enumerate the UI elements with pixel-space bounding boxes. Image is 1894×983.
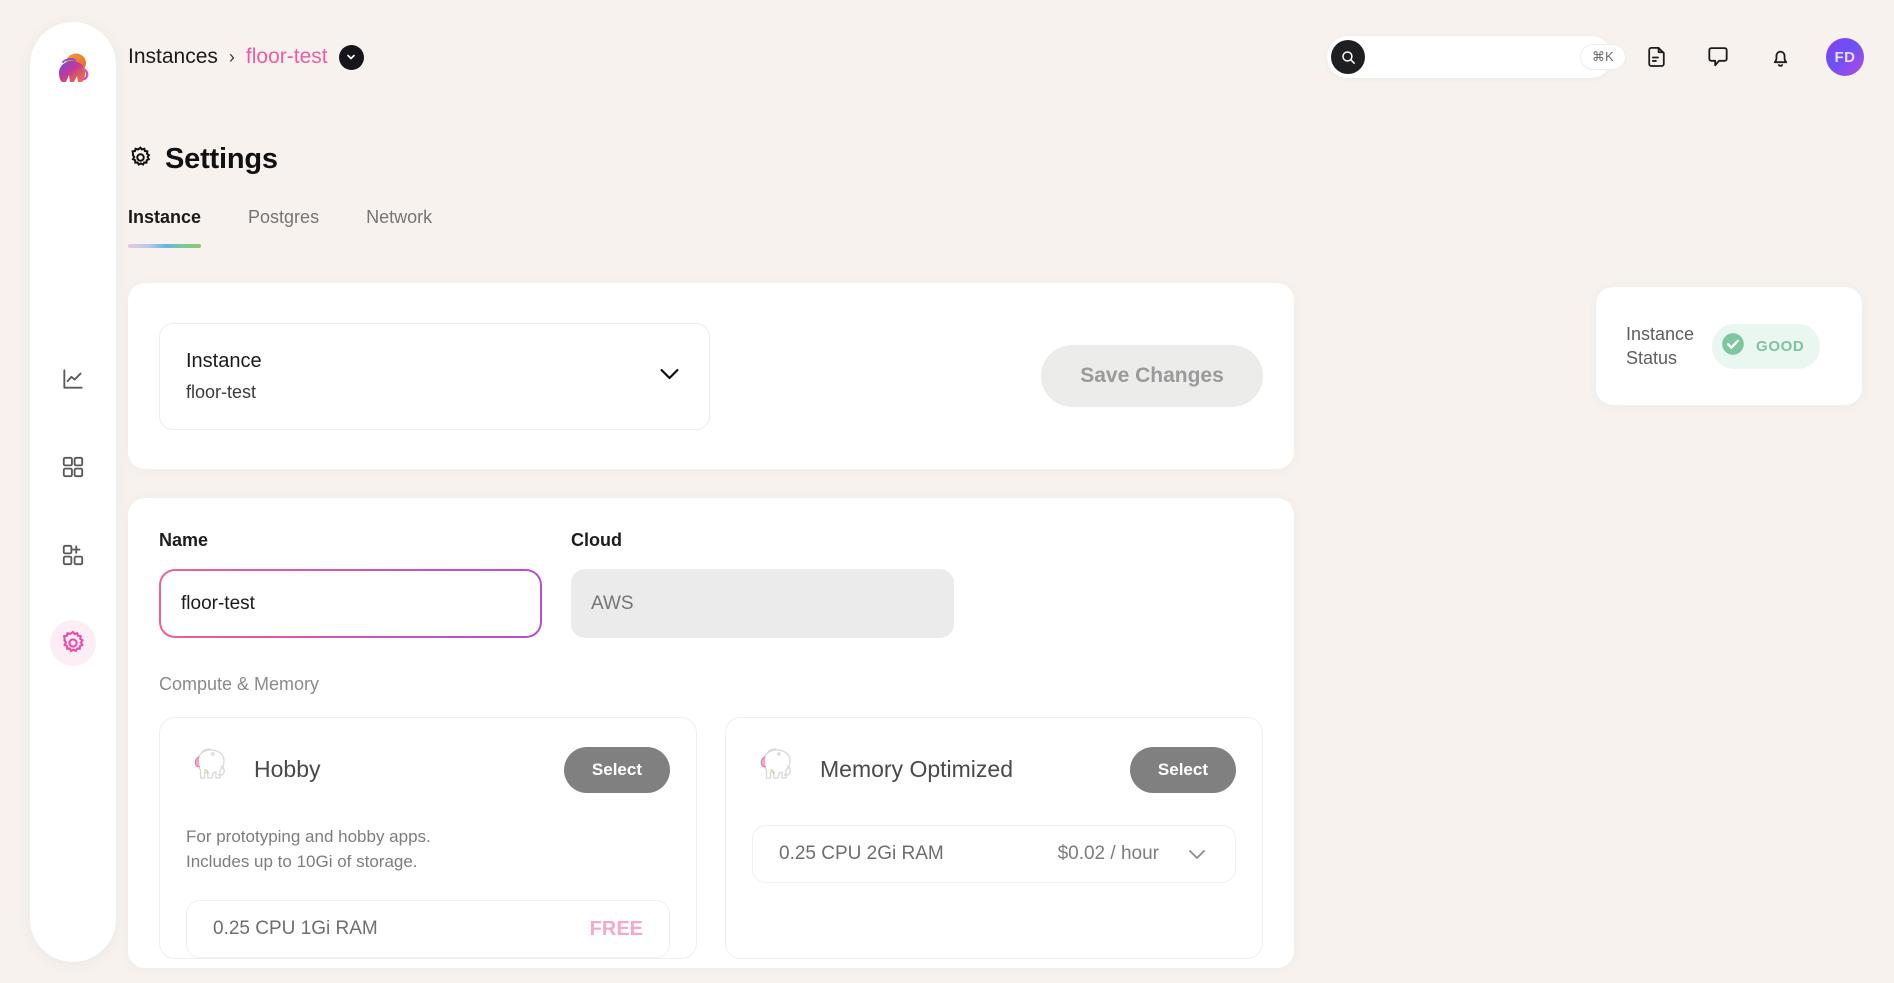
breadcrumb-separator: › bbox=[228, 46, 235, 67]
elephant-icon bbox=[186, 742, 236, 797]
plan-card-hobby[interactable]: Hobby Select For prototyping and hobby a… bbox=[159, 717, 697, 960]
breadcrumb-root[interactable]: Instances bbox=[128, 45, 218, 69]
instance-status-card: Instance Status GOOD bbox=[1596, 287, 1862, 405]
plan-card-memory-optimized[interactable]: Memory Optimized Select 0.25 CPU 2Gi RAM… bbox=[725, 717, 1263, 960]
elephant-logo-icon[interactable] bbox=[49, 48, 97, 96]
plan-description: For prototyping and hobby apps. Includes… bbox=[186, 825, 670, 874]
sidebar-nav bbox=[50, 356, 96, 666]
plan-spec: 0.25 CPU 2Gi RAM bbox=[779, 843, 944, 864]
chevron-down-icon bbox=[656, 360, 683, 392]
plan-list: Hobby Select For prototyping and hobby a… bbox=[159, 717, 1263, 960]
breadcrumb: Instances › floor-test bbox=[128, 44, 364, 70]
plan-spec: 0.25 CPU 1Gi RAM bbox=[213, 918, 378, 940]
plan-name: Memory Optimized bbox=[820, 756, 1013, 782]
status-badge: GOOD bbox=[1712, 323, 1821, 369]
select-plan-button-hobby[interactable]: Select bbox=[563, 746, 670, 793]
settings-tabs: Instance Postgres Network bbox=[128, 207, 479, 248]
select-plan-button-memory-optimized[interactable]: Select bbox=[1129, 746, 1236, 793]
page-title-text: Settings bbox=[165, 143, 278, 175]
page-title: Settings bbox=[128, 143, 278, 176]
plan-spec-row-hobby: 0.25 CPU 1Gi RAM FREE bbox=[186, 900, 670, 959]
cloud-label: Cloud bbox=[571, 530, 622, 550]
plan-header: Hobby Select bbox=[186, 742, 670, 797]
sidebar-item-instances[interactable] bbox=[50, 444, 96, 490]
settings-gear-icon bbox=[128, 145, 153, 175]
tab-postgres[interactable]: Postgres bbox=[248, 207, 319, 248]
plan-description-line2: Includes up to 10Gi of storage. bbox=[186, 851, 418, 871]
name-input[interactable] bbox=[161, 571, 540, 636]
sidebar bbox=[30, 22, 116, 962]
check-circle-icon bbox=[1720, 331, 1746, 362]
name-label: Name bbox=[159, 530, 209, 550]
avatar[interactable]: FD bbox=[1826, 38, 1864, 76]
plan-price: $0.02 / hour bbox=[1057, 843, 1159, 864]
document-icon[interactable] bbox=[1638, 39, 1674, 75]
cloud-field-group: Cloud bbox=[571, 530, 954, 638]
chat-bubble-icon[interactable] bbox=[1700, 39, 1736, 75]
sidebar-item-settings[interactable] bbox=[50, 620, 96, 666]
sidebar-item-new-instance[interactable] bbox=[50, 532, 96, 578]
cloud-input bbox=[571, 569, 954, 638]
form-fields-row: Name Cloud bbox=[159, 530, 1263, 638]
search-input[interactable] bbox=[1365, 48, 1580, 66]
plan-header: Memory Optimized Select bbox=[752, 742, 1236, 797]
plan-spec-row-memory-optimized[interactable]: 0.25 CPU 2Gi RAM $0.02 / hour bbox=[752, 825, 1236, 883]
instance-dropdown-value: floor-test bbox=[186, 381, 257, 402]
plan-price: FREE bbox=[589, 917, 643, 940]
tab-network[interactable]: Network bbox=[366, 207, 432, 248]
name-input-border bbox=[159, 569, 542, 638]
app-root: Instances › floor-test ⌘K FD Settings In… bbox=[0, 0, 1894, 983]
search-icon[interactable] bbox=[1331, 40, 1365, 74]
breadcrumb-chevron-down-icon[interactable] bbox=[338, 44, 364, 70]
plan-description-line1: For prototyping and hobby apps. bbox=[186, 827, 431, 846]
instance-selector-card: Instance floor-test Save Changes bbox=[128, 283, 1294, 469]
bell-icon[interactable] bbox=[1762, 39, 1798, 75]
save-changes-button[interactable]: Save Changes bbox=[1041, 345, 1263, 407]
breadcrumb-current[interactable]: floor-test bbox=[246, 45, 328, 69]
instance-status-label: Instance Status bbox=[1626, 322, 1694, 371]
sidebar-item-analytics[interactable] bbox=[50, 356, 96, 402]
status-badge-text: GOOD bbox=[1756, 337, 1805, 355]
instance-settings-card: Name Cloud Compute & Memory bbox=[128, 498, 1294, 968]
top-header: Instances › floor-test ⌘K FD bbox=[128, 30, 1864, 84]
instance-dropdown-label: Instance bbox=[186, 349, 262, 372]
search-bar[interactable]: ⌘K bbox=[1327, 36, 1626, 78]
search-shortcut-badge: ⌘K bbox=[1580, 44, 1626, 70]
compute-memory-label: Compute & Memory bbox=[159, 674, 320, 694]
instance-dropdown[interactable]: Instance floor-test bbox=[159, 322, 710, 430]
chevron-down-icon[interactable] bbox=[1185, 842, 1209, 866]
name-field-group: Name bbox=[159, 530, 542, 638]
tab-instance[interactable]: Instance bbox=[128, 207, 202, 248]
plan-name: Hobby bbox=[254, 756, 321, 782]
instance-status-label-line2: Status bbox=[1626, 348, 1678, 368]
instance-status-label-line1: Instance bbox=[1626, 323, 1695, 344]
header-actions: ⌘K FD bbox=[1327, 36, 1864, 78]
elephant-icon bbox=[752, 742, 802, 797]
